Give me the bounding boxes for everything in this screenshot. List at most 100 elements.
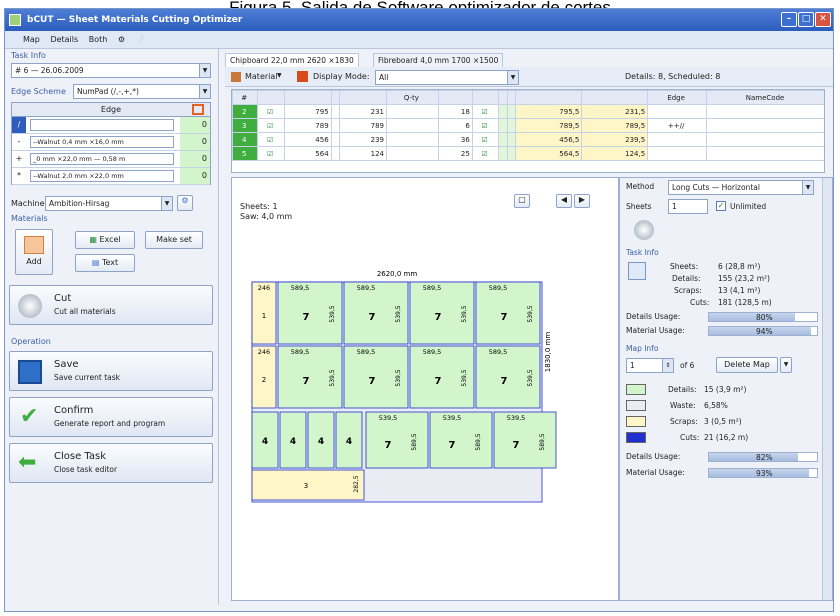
display-mode-select[interactable]: All ▼: [375, 70, 519, 85]
table-cell[interactable]: 4: [232, 132, 259, 147]
table-cell[interactable]: [386, 132, 439, 147]
column-header[interactable]: [515, 90, 583, 105]
table-cell[interactable]: ☑: [257, 132, 285, 147]
tab-chipboard[interactable]: Chipboard 22,0 mm 2620 ×1830: [225, 53, 359, 67]
table-cell[interactable]: [330, 146, 341, 161]
tab-fibreboard[interactable]: Fibreboard 4,0 mm 1700 ×1500: [373, 53, 504, 67]
maximize-icon[interactable]: □: [798, 12, 814, 27]
column-header[interactable]: [283, 90, 332, 105]
save-button[interactable]: Save Save current task: [9, 351, 213, 391]
both-view-button[interactable]: Both: [89, 31, 108, 49]
table-cell[interactable]: 789,5: [515, 118, 583, 133]
table-cell[interactable]: [647, 104, 708, 119]
table-cell[interactable]: [498, 118, 508, 133]
table-cell[interactable]: ++//: [647, 118, 708, 133]
table-cell[interactable]: [498, 104, 508, 119]
table-cell[interactable]: 6: [437, 118, 473, 133]
column-header[interactable]: Q-ty: [386, 90, 439, 105]
table-cell[interactable]: [647, 146, 708, 161]
column-header[interactable]: [339, 90, 387, 105]
table-cell[interactable]: 2: [232, 104, 259, 119]
column-header[interactable]: NameCode: [706, 90, 824, 105]
column-header[interactable]: [437, 90, 473, 105]
table-cell[interactable]: [386, 104, 439, 119]
table-cell[interactable]: [506, 118, 517, 133]
edge-name[interactable]: --Walnut 2,0 mm ×22,0 mm: [30, 170, 174, 182]
table-cell[interactable]: [386, 146, 439, 161]
optimize-icon[interactable]: [634, 220, 654, 240]
table-row[interactable]: 3 ☑ 789 789 6 ☑ 789,5 789,5 ++//: [232, 118, 824, 133]
task-select[interactable]: # 6 — 26.06.2009 ▼: [11, 63, 211, 78]
table-cell[interactable]: 795: [283, 104, 332, 119]
table-cell[interactable]: 795,5: [515, 104, 583, 119]
table-cell[interactable]: 231: [339, 104, 387, 119]
table-cell[interactable]: [706, 146, 824, 161]
table-row[interactable]: 5 ☑ 564 124 25 ☑ 564,5 124,5: [232, 146, 824, 161]
table-cell[interactable]: 25: [437, 146, 473, 161]
table-cell[interactable]: 789: [339, 118, 387, 133]
details-view-button[interactable]: Details: [50, 31, 78, 49]
column-header[interactable]: [257, 90, 285, 105]
table-cell[interactable]: ☑: [257, 146, 285, 161]
table-cell[interactable]: ☑: [471, 132, 500, 147]
table-cell[interactable]: 456,5: [515, 132, 583, 147]
scrollbar[interactable]: [822, 178, 832, 600]
settings-icon[interactable]: ⚙: [118, 31, 125, 49]
sheets-input[interactable]: 1: [668, 199, 708, 214]
column-header[interactable]: #: [232, 90, 259, 105]
help-icon[interactable]: ❔: [136, 31, 146, 49]
table-cell[interactable]: 789,5: [581, 118, 649, 133]
table-row[interactable]: 4 ☑ 456 239 36 ☑ 456,5 239,5: [232, 132, 824, 147]
close-icon[interactable]: ✕: [815, 12, 831, 27]
table-cell[interactable]: ☑: [471, 146, 500, 161]
table-cell[interactable]: 36: [437, 132, 473, 147]
table-cell[interactable]: ☑: [471, 118, 500, 133]
machine-select[interactable]: Ambition-Hirsag ▼: [45, 196, 173, 211]
table-cell[interactable]: 3: [232, 118, 259, 133]
column-header[interactable]: Edge: [647, 90, 708, 105]
edge-row[interactable]: * --Walnut 2,0 mm ×22,0 mm 0: [12, 168, 210, 185]
chevron-down-icon[interactable]: ▼: [780, 357, 792, 373]
material-button[interactable]: Material: [245, 72, 278, 81]
column-header[interactable]: [471, 90, 500, 105]
table-cell[interactable]: ☑: [471, 104, 500, 119]
edge-name[interactable]: _0 mm ×22,0 mm — 0,58 m: [30, 153, 174, 165]
table-cell[interactable]: 239: [339, 132, 387, 147]
machine-settings-icon[interactable]: ⚙: [177, 195, 193, 211]
edge-scheme-select[interactable]: NumPad (/,-,+,*) ▼: [73, 84, 211, 99]
table-cell[interactable]: 564: [283, 146, 332, 161]
table-cell[interactable]: [506, 132, 517, 147]
table-cell[interactable]: 124,5: [581, 146, 649, 161]
table-cell[interactable]: 789: [283, 118, 332, 133]
table-cell[interactable]: ☑: [257, 118, 285, 133]
delete-map-button[interactable]: Delete Map: [716, 357, 778, 373]
table-cell[interactable]: [330, 118, 341, 133]
minimize-icon[interactable]: –: [781, 12, 797, 27]
table-cell[interactable]: 239,5: [581, 132, 649, 147]
table-cell[interactable]: 231,5: [581, 104, 649, 119]
table-cell[interactable]: ☑: [257, 104, 285, 119]
table-cell[interactable]: [647, 132, 708, 147]
unlimited-checkbox[interactable]: ✓: [716, 201, 726, 211]
table-cell[interactable]: [706, 118, 824, 133]
edge-row[interactable]: - --Walnut 0,4 mm ×16,0 mm 0: [12, 134, 210, 151]
column-header[interactable]: [330, 90, 341, 105]
edge-row[interactable]: + _0 mm ×22,0 mm — 0,58 m 0: [12, 151, 210, 168]
column-header[interactable]: [506, 90, 517, 105]
close-task-button[interactable]: ⬅ Close Task Close task editor: [9, 443, 213, 483]
edge-name[interactable]: [30, 119, 174, 131]
table-cell[interactable]: [706, 132, 824, 147]
cut-button[interactable]: Cut Cut all materials: [9, 285, 213, 325]
make-set-button[interactable]: Make set: [145, 231, 203, 249]
table-cell[interactable]: 456: [283, 132, 332, 147]
table-cell[interactable]: 564,5: [515, 146, 583, 161]
import-text-button[interactable]: ▤ Text: [75, 254, 135, 272]
edit-edge-icon[interactable]: [192, 104, 204, 115]
table-cell[interactable]: [506, 104, 517, 119]
edge-row[interactable]: /0: [12, 117, 210, 134]
confirm-button[interactable]: ✔ Confirm Generate report and program: [9, 397, 213, 437]
table-cell[interactable]: [330, 132, 341, 147]
map-number-stepper[interactable]: 1 ⇕: [626, 358, 674, 373]
import-excel-button[interactable]: ▦ Excel: [75, 231, 135, 249]
edge-name[interactable]: --Walnut 0,4 mm ×16,0 mm: [30, 136, 174, 148]
